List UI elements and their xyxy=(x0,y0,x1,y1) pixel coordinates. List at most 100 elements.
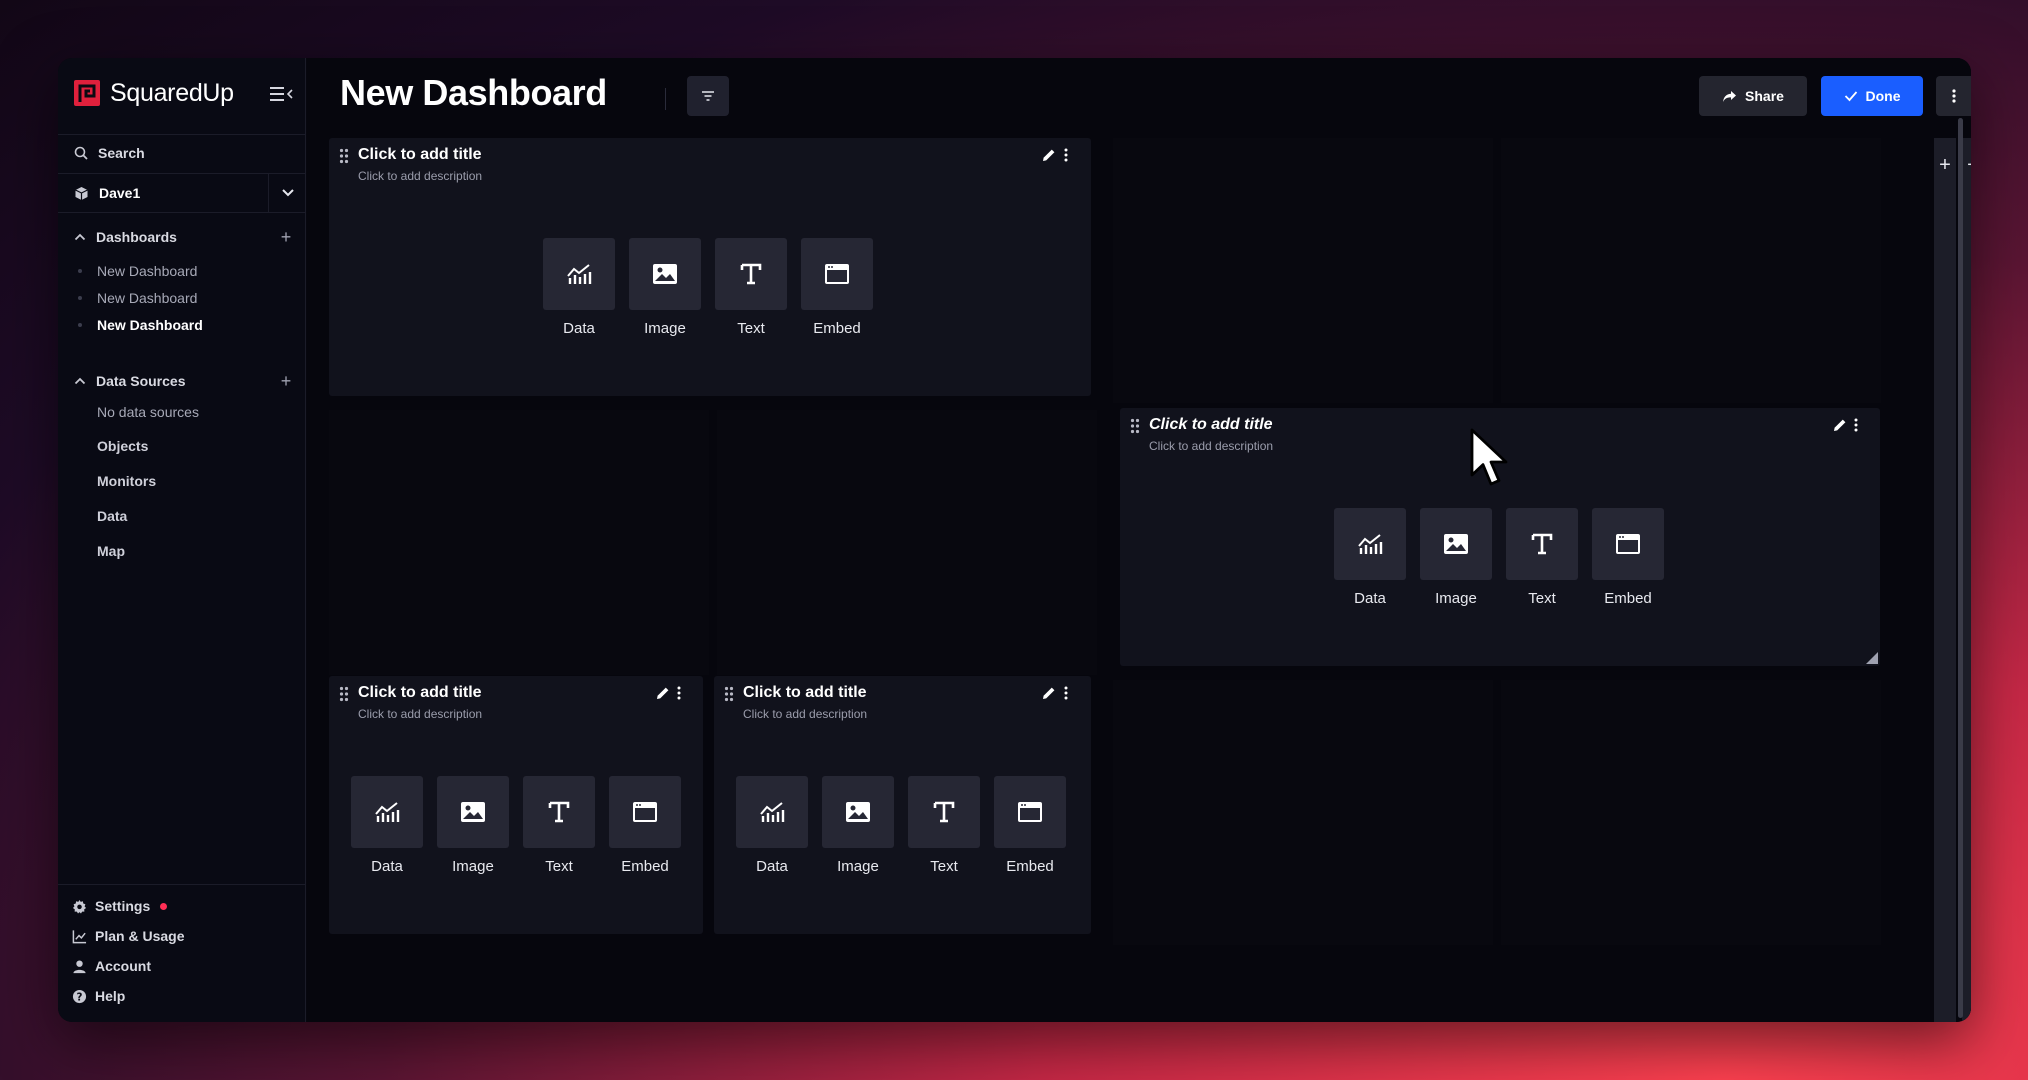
pencil-icon[interactable] xyxy=(655,685,671,701)
workspace-dropdown-button[interactable] xyxy=(268,174,306,212)
tile-description[interactable]: Click to add description xyxy=(1149,439,1273,453)
sidebar-item-objects[interactable]: Objects xyxy=(97,435,148,457)
sidebar-item-account[interactable]: Account xyxy=(72,954,151,978)
dashboard-tile[interactable]: Click to add title Click to add descript… xyxy=(329,138,1091,396)
add-dashboard-button[interactable]: + xyxy=(276,227,296,247)
resize-handle-icon[interactable] xyxy=(1866,652,1878,664)
brand[interactable]: SquaredUp xyxy=(72,76,234,110)
vertical-dots-icon[interactable] xyxy=(1851,417,1861,433)
tile-description[interactable]: Click to add description xyxy=(358,707,482,721)
grid-cell xyxy=(1113,680,1493,945)
pencil-icon[interactable] xyxy=(1041,147,1057,163)
text-option[interactable]: Text xyxy=(715,238,787,337)
add-data-source-button[interactable]: + xyxy=(276,371,296,391)
account-label: Account xyxy=(95,958,151,974)
drag-handle-icon[interactable] xyxy=(339,686,349,702)
image-option[interactable]: Image xyxy=(629,238,701,337)
share-button[interactable]: Share xyxy=(1699,76,1807,116)
data-chart-icon xyxy=(760,802,785,822)
grid-cell xyxy=(1113,138,1493,403)
divider xyxy=(665,88,666,110)
embed-option[interactable]: Embed xyxy=(994,776,1066,875)
sidebar-item-help[interactable]: ? Help xyxy=(72,984,125,1008)
tile-description[interactable]: Click to add description xyxy=(743,707,867,721)
image-option[interactable]: Image xyxy=(822,776,894,875)
embed-option-label: Embed xyxy=(813,320,861,337)
dashboard-tile[interactable]: Click to add title Click to add descript… xyxy=(714,676,1091,934)
dashboard-tile[interactable]: Click to add title Click to add descript… xyxy=(329,676,703,934)
vertical-dots-icon[interactable] xyxy=(674,685,684,701)
image-option-label: Image xyxy=(452,858,494,875)
embed-option-label: Embed xyxy=(621,858,669,875)
vertical-dots-icon[interactable] xyxy=(1061,685,1071,701)
drag-handle-icon[interactable] xyxy=(1130,418,1140,434)
divider xyxy=(58,884,306,885)
text-icon xyxy=(933,801,955,823)
embed-window-icon xyxy=(1616,534,1640,554)
scrollbar[interactable] xyxy=(1958,118,1963,1018)
drag-handle-icon[interactable] xyxy=(339,148,349,164)
vertical-dots-icon[interactable] xyxy=(1061,147,1071,163)
embed-option[interactable]: Embed xyxy=(801,238,873,337)
search-button[interactable]: Search xyxy=(58,134,306,172)
collapse-sidebar-button[interactable] xyxy=(268,84,296,104)
dashboard-tile[interactable]: Click to add title Click to add descript… xyxy=(1120,408,1880,666)
data-option[interactable]: Data xyxy=(543,238,615,337)
data-option[interactable]: Data xyxy=(351,776,423,875)
zoom-out-column: − xyxy=(1962,138,1971,1022)
done-button[interactable]: Done xyxy=(1821,76,1923,116)
drag-handle-icon[interactable] xyxy=(724,686,734,702)
dashboards-section-toggle[interactable]: Dashboards + xyxy=(58,224,306,250)
more-options-button[interactable] xyxy=(1936,76,1971,116)
data-option-label: Data xyxy=(371,858,403,875)
filter-button[interactable] xyxy=(687,76,729,116)
sidebar-item-map[interactable]: Map xyxy=(97,540,125,562)
sidebar-item-dashboard-1[interactable]: New Dashboard xyxy=(78,260,197,282)
page-title[interactable]: New Dashboard xyxy=(340,72,607,114)
app-window: SquaredUp Search Dave1 Dashboards + New … xyxy=(58,58,1971,1022)
sidebar-item-settings[interactable]: Settings xyxy=(72,894,168,918)
tile-type-options: Data Image Text Embed xyxy=(1334,508,1664,607)
filter-icon xyxy=(702,91,714,101)
text-option-label: Text xyxy=(930,858,958,875)
image-option[interactable]: Image xyxy=(1420,508,1492,607)
share-arrow-icon xyxy=(1723,90,1737,102)
tile-title[interactable]: Click to add title xyxy=(1149,416,1273,434)
text-option-label: Text xyxy=(545,858,573,875)
pencil-icon[interactable] xyxy=(1832,417,1848,433)
text-option[interactable]: Text xyxy=(1506,508,1578,607)
workspace-selector[interactable]: Dave1 xyxy=(58,174,306,212)
user-icon xyxy=(73,960,86,973)
embed-option-label: Embed xyxy=(1604,590,1652,607)
sidebar-item-dashboard-3[interactable]: New Dashboard xyxy=(78,314,203,336)
sidebar-item-data[interactable]: Data xyxy=(97,505,127,527)
sidebar-item-dashboard-2[interactable]: New Dashboard xyxy=(78,287,197,309)
plan-usage-label: Plan & Usage xyxy=(95,928,185,944)
text-option[interactable]: Text xyxy=(908,776,980,875)
zoom-in-column: + xyxy=(1934,138,1956,1022)
image-icon xyxy=(1444,534,1468,554)
zoom-out-button[interactable]: − xyxy=(1962,152,1971,178)
image-option-label: Image xyxy=(837,858,879,875)
sidebar-item-monitors[interactable]: Monitors xyxy=(97,470,156,492)
pencil-icon[interactable] xyxy=(1041,685,1057,701)
embed-option[interactable]: Embed xyxy=(1592,508,1664,607)
done-label: Done xyxy=(1865,88,1901,104)
zoom-in-button[interactable]: + xyxy=(1934,152,1956,178)
embed-option[interactable]: Embed xyxy=(609,776,681,875)
tile-description[interactable]: Click to add description xyxy=(358,169,482,183)
tile-title[interactable]: Click to add title xyxy=(743,684,867,702)
sidebar-item-plan-usage[interactable]: Plan & Usage xyxy=(72,924,184,948)
tile-title[interactable]: Click to add title xyxy=(358,146,482,164)
data-option[interactable]: Data xyxy=(1334,508,1406,607)
data-option[interactable]: Data xyxy=(736,776,808,875)
dashboard-canvas: Click to add title Click to add descript… xyxy=(329,138,1881,1022)
data-sources-section-toggle[interactable]: Data Sources + xyxy=(58,368,306,394)
squaredup-logo-icon xyxy=(74,80,100,106)
tile-title[interactable]: Click to add title xyxy=(358,684,482,702)
tile-type-options: Data Image Text Embed xyxy=(351,776,681,875)
image-option[interactable]: Image xyxy=(437,776,509,875)
text-option[interactable]: Text xyxy=(523,776,595,875)
image-option-label: Image xyxy=(644,320,686,337)
cube-icon xyxy=(75,186,88,200)
